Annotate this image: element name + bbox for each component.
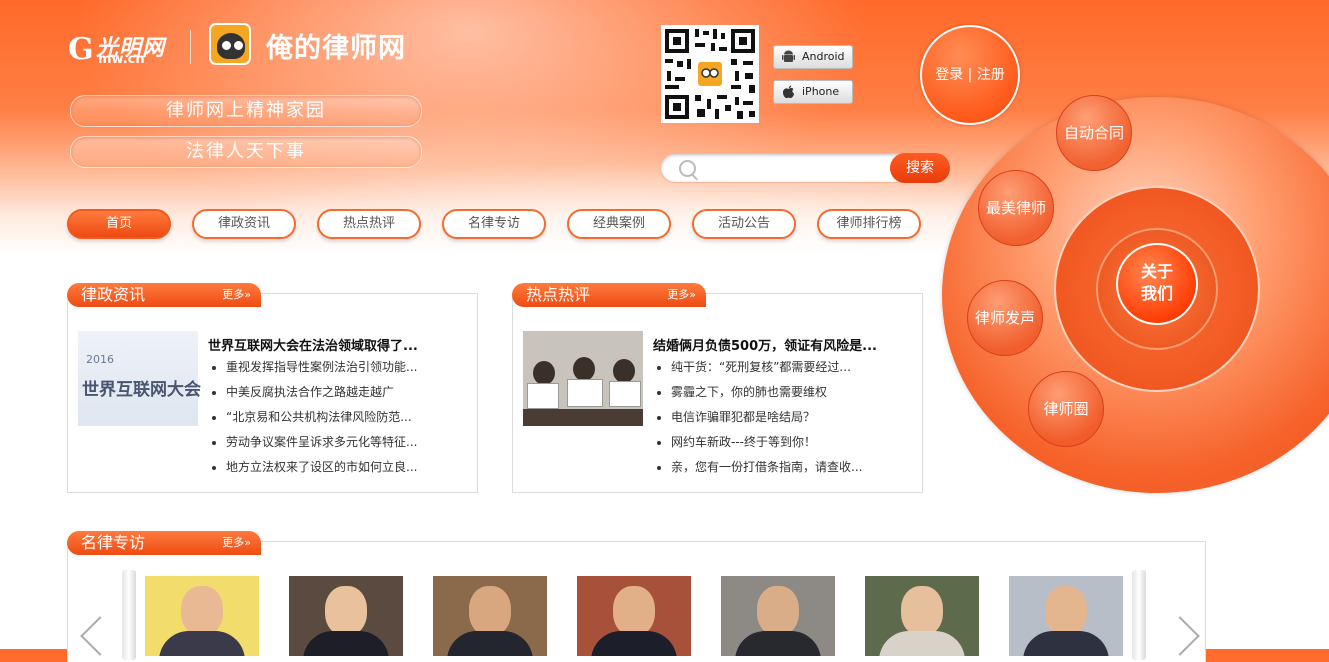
nav-legal-news[interactable]: 律政资讯 bbox=[192, 209, 296, 239]
about-us-button[interactable]: 关于 我们 bbox=[1116, 243, 1198, 325]
owl-logo-icon[interactable] bbox=[209, 23, 251, 65]
orb-best-lawyer[interactable]: 最美律师 bbox=[978, 170, 1054, 246]
nav-interviews[interactable]: 名律专访 bbox=[442, 209, 546, 239]
slogan-spiritual-home: 律师网上精神家园 bbox=[70, 95, 422, 127]
gmw-logo-g: G bbox=[68, 32, 94, 67]
nav-announcements[interactable]: 活动公告 bbox=[692, 209, 796, 239]
legal-news-thumbnail[interactable]: 2016 世界互联网大会 bbox=[78, 331, 201, 426]
android-icon bbox=[782, 50, 795, 62]
iphone-download-button[interactable]: iPhone bbox=[773, 80, 853, 104]
search-button[interactable]: 搜索 bbox=[890, 153, 950, 183]
hot-comments-headline[interactable]: 结婚俩月负债500万，领证有风险是... bbox=[653, 335, 877, 354]
android-label: Android bbox=[802, 50, 845, 63]
hot-comments-tab: 热点热评 更多» bbox=[512, 283, 706, 307]
app-qr-code bbox=[661, 25, 759, 123]
list-item[interactable]: 地方立法权来了设区的市如何立良... bbox=[208, 455, 417, 480]
about-line-1: 关于 bbox=[1140, 262, 1173, 281]
legal-news-more-link[interactable]: 更多» bbox=[222, 287, 251, 303]
iphone-label: iPhone bbox=[802, 85, 840, 98]
carousel-right-pole bbox=[1132, 570, 1146, 660]
list-item[interactable]: 纯干货：“死刑复核”都需要经过... bbox=[653, 355, 862, 380]
search-input[interactable] bbox=[703, 158, 887, 180]
about-line-2: 我们 bbox=[1140, 284, 1173, 303]
interviews-tab: 名律专访 更多» bbox=[67, 531, 261, 555]
interviews-more-link[interactable]: 更多» bbox=[222, 535, 251, 551]
login-register-button[interactable]: 登录 | 注册 bbox=[920, 25, 1020, 125]
carousel-left-pole bbox=[122, 570, 136, 660]
gmw-logo-domain: mw.cn bbox=[98, 52, 145, 67]
list-item[interactable]: 重视发挥指导性案例法治引领功能... bbox=[208, 355, 417, 380]
legal-news-list: 重视发挥指导性案例法治引领功能... 中美反腐执法合作之路越走越广 “北京易和公… bbox=[208, 355, 417, 480]
thumb-title: 世界互联网大会 bbox=[82, 380, 201, 400]
legal-news-headline[interactable]: 世界互联网大会在法治领域取得了... bbox=[208, 335, 418, 354]
interviews-title: 名律专访 bbox=[81, 533, 146, 552]
legal-news-title: 律政资讯 bbox=[81, 285, 146, 304]
lawyer-photo[interactable] bbox=[145, 576, 259, 656]
qr-code-icon bbox=[661, 25, 759, 123]
lawyer-photo[interactable] bbox=[865, 576, 979, 656]
hot-comments-more-link[interactable]: 更多» bbox=[667, 287, 696, 303]
thumb-year: 2016 bbox=[86, 353, 114, 366]
nav-classic-cases[interactable]: 经典案例 bbox=[567, 209, 671, 239]
lawyer-photo[interactable] bbox=[433, 576, 547, 656]
nav-home[interactable]: 首页 bbox=[67, 209, 171, 239]
search-box: 搜索 bbox=[660, 153, 950, 183]
nav-hot-comments[interactable]: 热点热评 bbox=[317, 209, 421, 239]
lawyer-photo[interactable] bbox=[577, 576, 691, 656]
hot-comments-title: 热点热评 bbox=[526, 285, 591, 304]
hot-comments-list: 纯干货：“死刑复核”都需要经过... 雾霾之下，你的肺也需要维权 电信诈骗罪犯都… bbox=[653, 355, 862, 480]
android-download-button[interactable]: Android bbox=[773, 45, 853, 69]
logo-separator bbox=[190, 30, 191, 64]
site-name[interactable]: 俺的律师网 bbox=[266, 26, 406, 65]
lawyer-photo[interactable] bbox=[1009, 576, 1123, 656]
list-item[interactable]: “北京易和公共机构法律风险防范... bbox=[208, 405, 417, 430]
apple-icon bbox=[783, 85, 794, 99]
orb-auto-contract[interactable]: 自动合同 bbox=[1056, 95, 1132, 171]
list-item[interactable]: 网约车新政---终于等到你！ bbox=[653, 430, 862, 455]
list-item[interactable]: 电信诈骗罪犯都是啥结局？ bbox=[653, 405, 862, 430]
lawyer-photo[interactable] bbox=[721, 576, 835, 656]
lawyer-photo[interactable] bbox=[289, 576, 403, 656]
gmw-logo[interactable]: G 光明网 mw.cn bbox=[68, 28, 178, 68]
search-icon bbox=[679, 160, 696, 177]
orb-lawyer-circle[interactable]: 律师圈 bbox=[1028, 371, 1104, 447]
legal-news-tab: 律政资讯 更多» bbox=[67, 283, 261, 307]
list-item[interactable]: 劳动争议案件呈诉求多元化等特征... bbox=[208, 430, 417, 455]
list-item[interactable]: 亲，您有一份打借条指南，请查收... bbox=[653, 455, 862, 480]
slogan-legal-world: 法律人天下事 bbox=[70, 136, 422, 168]
hot-comments-thumbnail[interactable] bbox=[523, 331, 643, 426]
list-item[interactable]: 雾霾之下，你的肺也需要维权 bbox=[653, 380, 862, 405]
orb-lawyer-voice[interactable]: 律师发声 bbox=[967, 280, 1043, 356]
nav-lawyer-ranking[interactable]: 律师排行榜 bbox=[817, 209, 921, 239]
list-item[interactable]: 中美反腐执法合作之路越走越广 bbox=[208, 380, 417, 405]
